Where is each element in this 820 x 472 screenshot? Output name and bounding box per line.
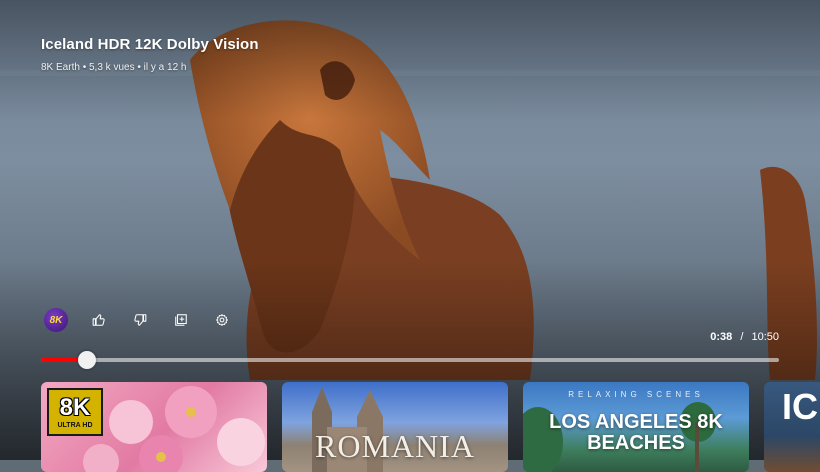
current-time: 0:38 [710, 331, 733, 343]
save-to-playlist-button[interactable] [170, 309, 192, 331]
top-gradient [0, 0, 820, 120]
recommendation-card[interactable]: RELAXING SCENES LOS ANGELES 8K BEACHES [523, 382, 749, 472]
meta-separator: • [137, 62, 141, 73]
la-beaches-title-line-2: BEACHES [587, 432, 685, 454]
time-display: 0:38 / 10:50 [710, 331, 779, 343]
8k-badge: 8K ULTRA HD [47, 388, 103, 436]
channel-avatar-label: 8K [49, 314, 63, 326]
la-beaches-title: LOS ANGELES 8K BEACHES [523, 412, 749, 454]
thumbs-down-icon [134, 314, 147, 326]
relaxing-scenes-subtitle: RELAXING SCENES [568, 390, 704, 399]
duration: 10:50 [751, 331, 779, 343]
recommendation-card[interactable]: 8K ULTRA HD [41, 382, 267, 472]
thumbs-up-icon [92, 314, 105, 326]
la-beaches-title-line-1: LOS ANGELES 8K [549, 411, 723, 433]
meta-separator: • [82, 62, 87, 73]
dislike-button[interactable] [129, 309, 151, 331]
player-controls: 8K [44, 308, 252, 332]
time-separator: / [740, 331, 744, 343]
settings-button[interactable] [211, 309, 233, 331]
gear-icon [216, 313, 228, 327]
channel-avatar[interactable]: 8K [44, 308, 68, 332]
badge-8k-text: 8K [59, 393, 91, 421]
playlist-add-icon [175, 314, 187, 326]
channel-name[interactable]: 8K Earth [41, 62, 80, 73]
like-button[interactable] [88, 309, 110, 331]
recommendation-card[interactable]: IC [764, 382, 820, 472]
upload-age: il y a 12 h [143, 62, 187, 73]
romania-title: ROMANIA [315, 428, 475, 464]
view-count: 5,3 k vues [89, 62, 135, 73]
recommendation-card[interactable]: ROMANIA [282, 382, 508, 472]
video-meta: 8K Earth • 5,3 k vues • il y a 12 h [41, 62, 186, 73]
partial-title: IC [782, 386, 818, 427]
badge-ultra-hd-text: ULTRA HD [57, 421, 93, 429]
video-title: Iceland HDR 12K Dolby Vision [41, 36, 259, 53]
progress-bar[interactable] [41, 351, 779, 369]
